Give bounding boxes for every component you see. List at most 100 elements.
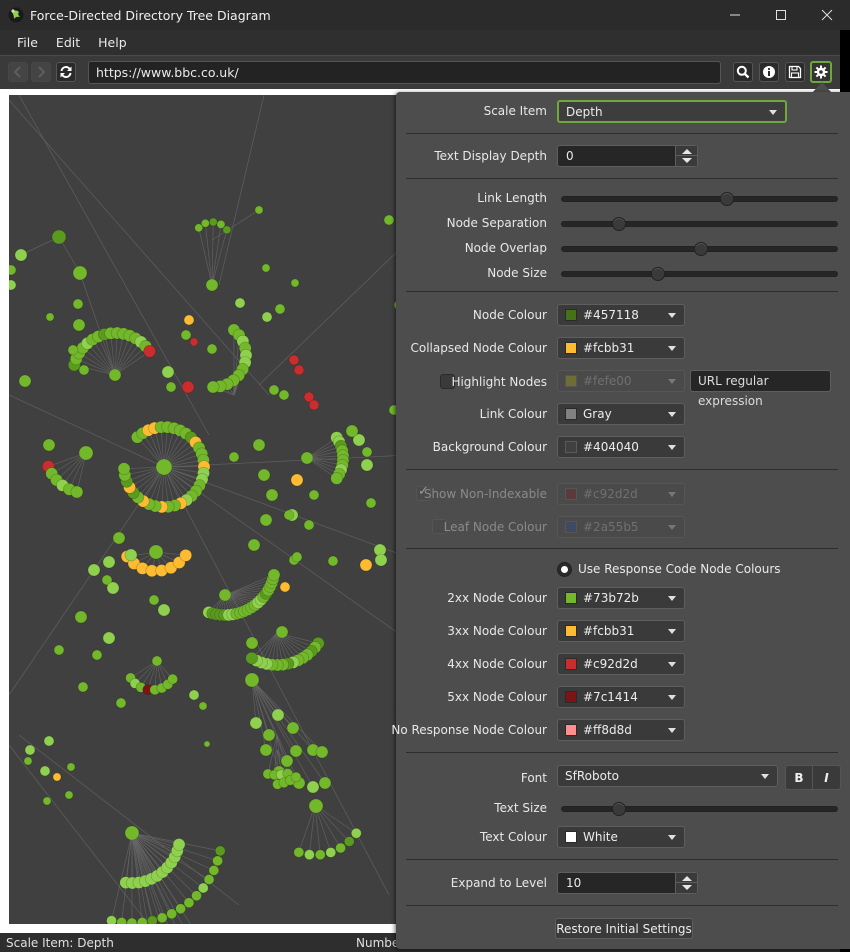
tree-node[interactable] [189, 337, 199, 347]
tree-node[interactable] [265, 488, 279, 502]
tree-node[interactable] [206, 380, 220, 394]
tree-node[interactable] [167, 673, 178, 685]
tree-node[interactable] [290, 278, 300, 288]
tree-node[interactable] [18, 374, 32, 388]
use-response-code-radio[interactable] [557, 562, 572, 577]
tree-node[interactable] [288, 354, 300, 366]
slider-thumb[interactable] [693, 242, 708, 256]
tree-node[interactable] [261, 263, 271, 273]
tree-node[interactable] [208, 865, 220, 876]
menu-file[interactable]: File [8, 35, 47, 50]
tree-node[interactable] [175, 903, 186, 915]
no-response-colour-select[interactable]: #ff8d8d [557, 719, 685, 741]
tree-node[interactable] [327, 555, 339, 567]
tree-node[interactable] [117, 462, 131, 475]
url-input[interactable]: https://www.bbc.co.uk/ [88, 61, 721, 84]
tree-node[interactable] [181, 380, 195, 394]
close-button[interactable] [804, 0, 850, 30]
tree-node[interactable] [283, 509, 295, 521]
tree-node[interactable] [42, 796, 52, 806]
bold-button[interactable]: B [786, 766, 814, 789]
tree-node[interactable] [293, 847, 305, 858]
tree-node[interactable] [350, 827, 362, 839]
tree-node[interactable] [77, 681, 89, 693]
tree-node[interactable] [290, 771, 302, 783]
tree-node[interactable] [102, 555, 116, 569]
tree-node[interactable] [325, 847, 337, 858]
tree-node[interactable] [293, 364, 305, 376]
tree-node[interactable] [53, 644, 65, 656]
tree-node[interactable] [72, 298, 84, 310]
tree-node[interactable] [252, 438, 266, 452]
tree-node[interactable] [197, 882, 209, 894]
spin-up-icon[interactable] [682, 876, 692, 881]
tree-node[interactable] [308, 489, 320, 501]
font-select[interactable]: SfRoboto [557, 765, 778, 787]
4xx-colour-select[interactable]: #c92d2d [557, 653, 685, 675]
text-colour-select[interactable]: White [557, 826, 685, 848]
tree-node[interactable] [286, 721, 300, 735]
background-colour-select[interactable]: #404040 [557, 436, 685, 458]
tree-node[interactable] [289, 744, 303, 758]
tree-node[interactable] [43, 735, 55, 747]
tree-node[interactable] [24, 744, 36, 756]
tree-node[interactable] [78, 364, 90, 376]
tree-node[interactable] [374, 553, 388, 567]
tree-node[interactable] [198, 701, 208, 711]
tree-node[interactable] [87, 563, 101, 577]
tree-node[interactable] [155, 458, 173, 476]
tree-node[interactable] [9, 279, 17, 291]
tree-node[interactable] [290, 473, 304, 487]
tree-node[interactable] [203, 874, 215, 885]
spin-down-icon[interactable] [682, 158, 692, 163]
link-colour-select[interactable]: Gray [557, 403, 685, 425]
tree-node[interactable] [70, 485, 84, 499]
tree-node[interactable] [278, 389, 290, 401]
link-length-slider[interactable] [561, 192, 838, 206]
tree-node[interactable] [14, 248, 28, 262]
tree-node[interactable] [280, 754, 294, 768]
tree-node[interactable] [303, 519, 315, 531]
tree-node[interactable] [205, 278, 219, 292]
url-regex-input[interactable]: URL regular expression [690, 370, 831, 408]
tree-node[interactable] [244, 672, 260, 688]
tree-node[interactable] [343, 836, 355, 847]
tree-node[interactable] [108, 368, 122, 382]
search-button[interactable] [733, 62, 753, 82]
tree-node[interactable] [262, 728, 276, 742]
tree-node[interactable] [267, 568, 281, 582]
tree-node[interactable] [214, 845, 226, 857]
tree-node[interactable] [245, 651, 259, 665]
tree-node[interactable] [42, 438, 56, 452]
leaf-node-colour-select[interactable]: #2a55b5 [557, 516, 685, 538]
tree-node[interactable] [300, 451, 314, 465]
tree-node[interactable] [314, 849, 326, 861]
tree-node[interactable] [9, 264, 17, 276]
node-overlap-slider[interactable] [561, 242, 838, 256]
tree-node[interactable] [51, 229, 67, 245]
tree-node[interactable] [360, 458, 374, 472]
tree-node[interactable] [318, 776, 332, 790]
settings-button[interactable] [810, 61, 832, 83]
tree-node[interactable] [345, 424, 359, 438]
tree-node[interactable] [201, 218, 210, 228]
tree-node[interactable] [116, 917, 127, 924]
tree-node[interactable] [212, 855, 223, 867]
text-size-slider[interactable] [561, 802, 838, 816]
node-colour-select[interactable]: #457118 [557, 304, 685, 326]
tree-node[interactable] [156, 912, 168, 924]
tree-node[interactable] [183, 897, 195, 908]
info-button[interactable] [759, 62, 779, 82]
tree-node[interactable] [161, 365, 175, 379]
italic-button[interactable]: I [813, 766, 840, 789]
tree-node[interactable] [102, 631, 116, 645]
non-indexable-colour-select[interactable]: #c92d2d [557, 483, 685, 505]
tree-node[interactable] [218, 588, 232, 602]
tree-node[interactable] [234, 297, 246, 309]
tree-node[interactable] [126, 917, 138, 924]
tree-node[interactable] [166, 908, 177, 920]
tree-node[interactable] [106, 581, 120, 595]
tree-node[interactable] [136, 917, 148, 924]
tree-node[interactable] [147, 915, 158, 924]
menu-edit[interactable]: Edit [47, 35, 89, 50]
